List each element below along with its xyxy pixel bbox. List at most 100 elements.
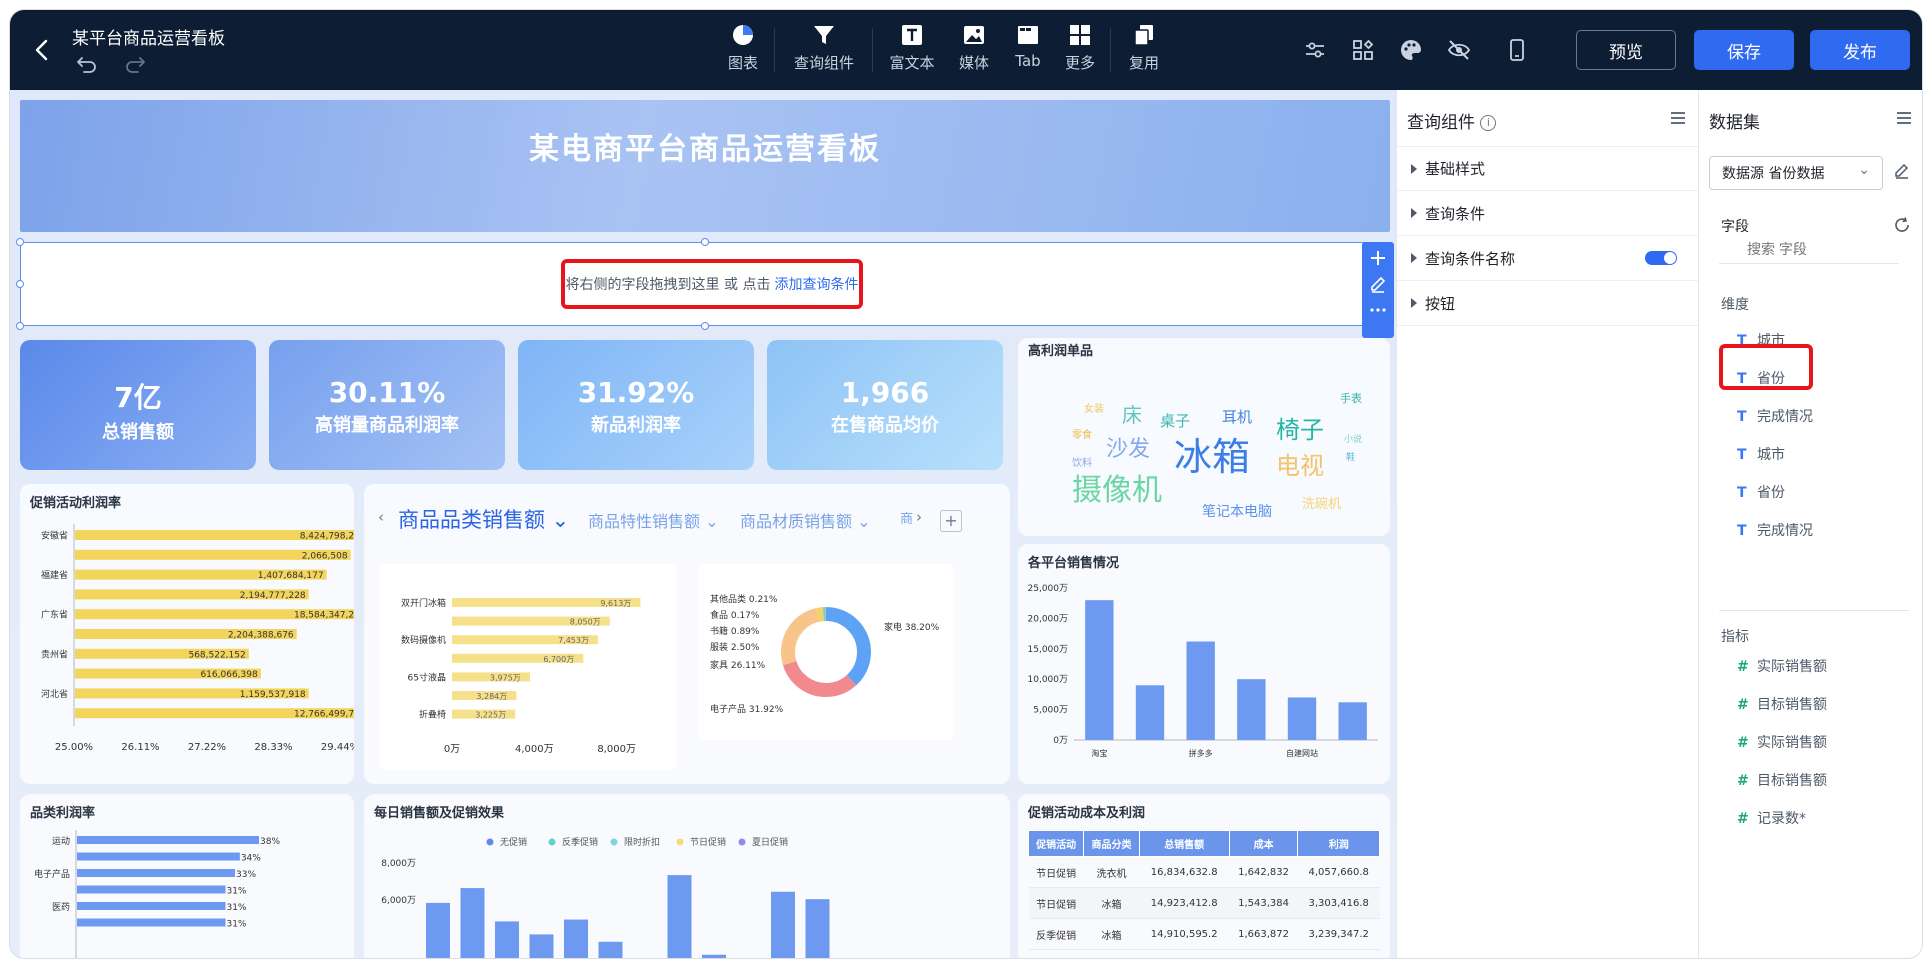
measure-field[interactable]: # 目标销售额 xyxy=(1737,770,1827,790)
daily-sales-card[interactable]: 每日销售额及促销效果 无促销 反季促销 限时折扣 节日促销 夏日促销 8,000万 6,00… xyxy=(364,794,1010,958)
measure-field[interactable]: # 记录数* xyxy=(1737,808,1806,828)
publish-button[interactable]: 发布 xyxy=(1810,30,1910,70)
section-query-condition[interactable]: 查询条件 xyxy=(1397,191,1699,236)
slice-label: 家具 26.11% xyxy=(710,659,766,671)
table-cell: 洗衣机 xyxy=(1083,856,1140,888)
dimension-field[interactable]: T 完成情况 xyxy=(1737,406,1813,426)
edit-icon[interactable] xyxy=(1368,274,1388,294)
kpi-card[interactable]: 1,966 在售商品均价 xyxy=(767,340,1003,470)
tool-chart[interactable]: 图表 xyxy=(718,22,768,80)
kpi-value: 7亿 xyxy=(114,381,162,414)
back-icon[interactable] xyxy=(28,36,56,64)
kpi-card[interactable]: 7亿 总销售额 xyxy=(20,340,256,470)
tool-media[interactable]: 媒体 xyxy=(950,22,998,80)
bar xyxy=(77,869,236,877)
section-basic-style[interactable]: 基础样式 xyxy=(1397,146,1699,191)
legend-label: 反季促销 xyxy=(562,836,598,848)
section-label: 查询条件名称 xyxy=(1425,249,1516,268)
measure-field[interactable]: # 实际销售额 xyxy=(1737,732,1827,752)
settings-slider-icon[interactable] xyxy=(1302,37,1328,63)
word: 零食 xyxy=(1072,428,1092,441)
dimension-field[interactable]: T 完成情况 xyxy=(1737,520,1813,540)
tool-more-label: 更多 xyxy=(1064,54,1095,72)
tab-material-sales[interactable]: 商品材质销售额 ⌄ xyxy=(740,508,871,532)
field-search-input[interactable] xyxy=(1719,234,1899,264)
datasource-select[interactable]: 数据源 省份数据 ⌄ xyxy=(1709,156,1883,190)
table-row[interactable]: 节日促销 洗衣机 16,834,632.8 1,642,832 4,057,660.8 xyxy=(1028,856,1380,888)
tool-reuse[interactable]: 复用 xyxy=(1120,22,1168,80)
tool-query[interactable]: 查询组件 xyxy=(782,22,866,80)
resize-handle[interactable] xyxy=(16,238,24,246)
preview-button[interactable]: 预览 xyxy=(1576,30,1676,70)
query-dropzone[interactable]: 将右侧的字段拖拽到这里 或 点击 添加查询条件 xyxy=(20,242,1390,326)
measure-field[interactable]: # 目标销售额 xyxy=(1737,694,1827,714)
column-header[interactable]: 商品分类 xyxy=(1083,830,1140,857)
table-row[interactable]: 反季促销 冰箱 14,910,595.2 1,663,872 3,239,347.2 xyxy=(1028,918,1380,950)
dimension-field[interactable]: T 省份 xyxy=(1737,482,1785,502)
edit-icon[interactable] xyxy=(1893,162,1911,180)
column-header[interactable]: 成本 xyxy=(1228,830,1299,857)
wordcloud-card[interactable]: 高利润单品 冰箱 摄像机 椅子 电视 沙发 床 桌子 耳机 笔记本电脑 洗碗机 … xyxy=(1018,338,1390,536)
category-bar-chart: 9,613万 双开门冰箱 8,050万 7,453万 数码摄像机 6,700万 3,975万… xyxy=(401,597,641,755)
query-panel: 查询组件 i 基础样式 查询条件 查询条件名称 按钮 xyxy=(1396,90,1699,958)
bar xyxy=(1085,600,1114,740)
info-icon[interactable]: i xyxy=(1480,115,1497,131)
tick-label: 25,000万 xyxy=(1028,584,1069,594)
refresh-icon[interactable] xyxy=(1893,216,1911,234)
kpi-card[interactable]: 30.11% 高销量商品利润率 xyxy=(269,340,505,470)
tool-richtext[interactable]: 富文本 xyxy=(882,22,942,80)
section-condition-name[interactable]: 查询条件名称 xyxy=(1397,236,1699,281)
promo-cost-card[interactable]: 促销活动成本及利润 促销活动 商品分类 总销售额 成本 利润 节日促销 洗衣机 16,834… xyxy=(1018,794,1390,958)
more-icon[interactable] xyxy=(1368,300,1388,320)
theme-icon[interactable] xyxy=(1398,37,1424,63)
dimension-label: 维度 xyxy=(1721,297,1749,313)
promo-profit-card[interactable]: 促销活动利润率 8,424,798,208安徽省2,066,5081,407,6… xyxy=(20,484,354,784)
tab-feature-sales[interactable]: 商品特性销售额 ⌄ xyxy=(588,508,719,532)
platform-sales-card[interactable]: 各平台销售情况 25,000万 20,000万 15,000万 10,000万 5,00… xyxy=(1018,544,1390,784)
redo-icon[interactable] xyxy=(124,54,146,74)
image-icon xyxy=(964,26,984,44)
measure-field[interactable]: # 实际销售额 xyxy=(1737,656,1827,676)
section-button[interactable]: 按钮 xyxy=(1397,281,1699,326)
panel-menu-icon[interactable] xyxy=(1669,110,1687,126)
column-header[interactable]: 利润 xyxy=(1297,830,1380,857)
resize-handle[interactable] xyxy=(16,280,24,288)
undo-icon[interactable] xyxy=(76,54,98,74)
save-button[interactable]: 保存 xyxy=(1694,30,1794,70)
word: 椅子 xyxy=(1276,416,1324,444)
tab-category-sales[interactable]: 商品品类销售额 ⌄ xyxy=(398,504,569,534)
eye-off-icon[interactable] xyxy=(1446,37,1472,63)
tab-next-icon[interactable]: › xyxy=(916,508,922,526)
add-tab-button[interactable]: + xyxy=(940,510,962,532)
table-row[interactable]: 节日促销 冰箱 14,923,412.8 1,543,384 3,303,416.8 xyxy=(1028,887,1380,919)
table-cell: 1,543,384 xyxy=(1229,887,1298,919)
resize-handle[interactable] xyxy=(701,322,709,330)
banner-title: 某电商平台商品运营看板 xyxy=(529,132,881,167)
bar xyxy=(805,899,830,958)
layout-icon[interactable] xyxy=(1350,37,1376,63)
tool-tab[interactable]: Tab xyxy=(1006,22,1050,80)
panel-menu-icon[interactable] xyxy=(1895,110,1913,126)
chevron-down-icon: ⌄ xyxy=(1858,162,1870,178)
mobile-icon[interactable] xyxy=(1504,37,1530,63)
section-label: 查询条件 xyxy=(1425,204,1486,223)
condition-name-toggle[interactable] xyxy=(1645,251,1677,265)
kpi-card[interactable]: 31.92% 新品利润率 xyxy=(518,340,754,470)
title-banner[interactable]: 某电商平台商品运营看板 xyxy=(20,100,1390,232)
add-query-link[interactable]: 添加查询条件 xyxy=(774,274,858,294)
kpi-value: 1,966 xyxy=(840,376,930,409)
tab-prev-icon[interactable]: ‹ xyxy=(378,508,384,526)
category-label: 淘宝 xyxy=(1091,748,1107,758)
tab-more[interactable]: 商 xyxy=(900,508,913,527)
column-header[interactable]: 促销活动 xyxy=(1027,830,1085,857)
column-header[interactable]: 总销售额 xyxy=(1138,830,1230,857)
resize-handle[interactable] xyxy=(16,322,24,330)
add-icon[interactable] xyxy=(1368,248,1388,268)
tool-query-label: 查询组件 xyxy=(793,54,854,72)
resize-handle[interactable] xyxy=(701,238,709,246)
category-profit-card[interactable]: 品类利润率 38% 运动 34% 33% 电子产品 31% 31% 医药 31% xyxy=(20,794,354,958)
category-tabs-card[interactable]: ‹ 商品品类销售额 ⌄ 商品特性销售额 ⌄ 商品材质销售额 ⌄ 商 › + 9,… xyxy=(364,484,1010,784)
dimension-field[interactable]: T 城市 xyxy=(1737,444,1785,464)
data-label: 31% xyxy=(226,903,246,913)
tool-more[interactable]: 更多 xyxy=(1058,22,1102,80)
